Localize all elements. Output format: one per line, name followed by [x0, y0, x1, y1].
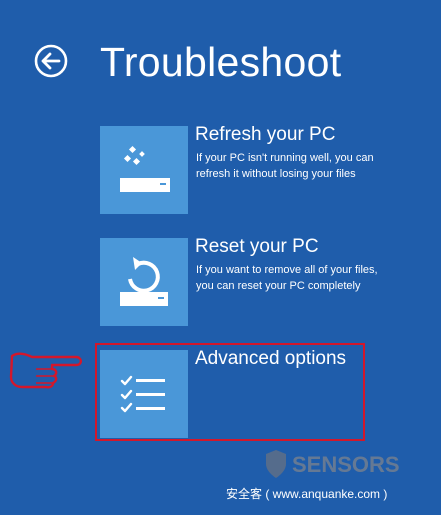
option-description: refresh it without losing your files [196, 168, 356, 180]
option-title: Refresh your PC [195, 124, 336, 145]
back-button[interactable] [34, 44, 68, 78]
refresh-pc-tile[interactable] [100, 126, 188, 214]
logo-text: SENSORS [292, 452, 400, 477]
option-title: Reset your PC [195, 236, 319, 257]
option-description: you can reset your PC completely [196, 280, 361, 292]
refresh-pc-icon [120, 145, 170, 192]
watermark-text: 安全客 ( www.anquanke.com ) [226, 487, 388, 501]
sensors-logo: SENSORS [262, 448, 432, 480]
reset-pc-tile[interactable] [100, 238, 188, 326]
option-description: If your PC isn't running well, you can [196, 152, 374, 164]
page-title: Troubleshoot [100, 39, 342, 85]
pointing-hand-icon [6, 348, 86, 395]
reset-pc-icon [120, 257, 168, 306]
option-description: If you want to remove all of your files, [196, 264, 378, 276]
highlight-box [95, 343, 365, 441]
back-arrow-icon [34, 44, 68, 78]
